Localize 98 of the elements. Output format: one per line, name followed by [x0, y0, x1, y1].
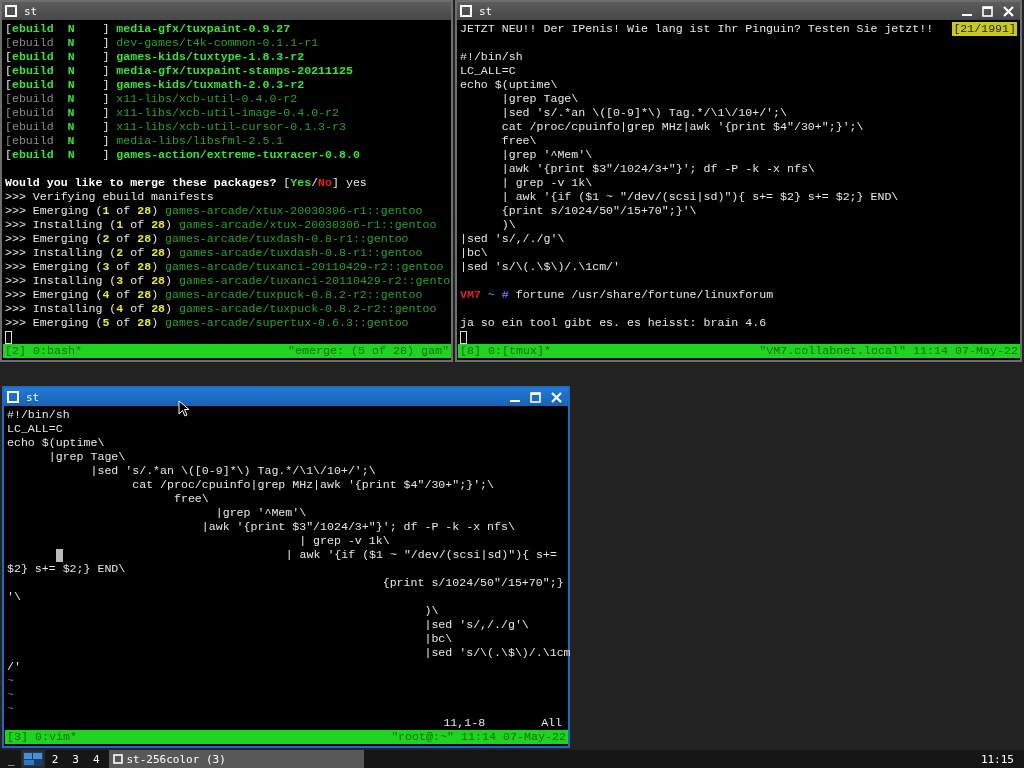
show-desktop-button[interactable]: _: [0, 750, 21, 768]
terminal-line: #!/bin/sh: [7, 408, 70, 422]
status-text: [8] 0:[tmux]*: [460, 344, 551, 358]
close-button[interactable]: [548, 389, 565, 405]
workspace-button[interactable]: 2: [44, 750, 66, 768]
terminal-line: |bc\: [460, 246, 488, 260]
terminal-line: /': [7, 660, 21, 674]
terminal-line: |sed 's/,/./g'\: [423, 618, 529, 632]
status-text: "emerge: (5 of 28) gam": [288, 344, 450, 358]
text-cursor: [56, 548, 63, 562]
terminal-line: |grep '^Mem'\: [214, 506, 307, 520]
terminal-line: [ebuild N ] x11-libs/xcb-util-cursor-0.1.3-r3: [5, 120, 346, 134]
terminal-line: [ebuild N ] media-gfx/tuxpaint-stamps-20211125: [5, 64, 353, 78]
terminal-line: [ebuild N ] games-action/extreme-tuxracer-0.8.0: [5, 148, 360, 162]
workspace-button[interactable]: 3: [65, 750, 86, 768]
terminal-line: |awk '{print $3"/1024/3+"}'; df -P -k -x nfs\: [200, 520, 515, 534]
taskbar-task[interactable]: st-256color (3): [108, 750, 364, 768]
maximize-button[interactable]: [527, 389, 544, 405]
message-counter: [21/1991]: [952, 22, 1017, 36]
terminal-line: [ebuild N ] media-libs/libsfml-2.5.1: [5, 134, 284, 148]
terminal-line: >>> Installing (2 of 28) games-arcade/tuxdash-0.8-r1::gentoo: [5, 246, 423, 260]
terminal-line: free\: [172, 492, 209, 506]
terminal-line: |sed 's/,/./g'\: [460, 232, 565, 246]
terminal-line: echo $(uptime\: [460, 78, 558, 92]
text-cursor: [460, 330, 467, 344]
window-icon: [7, 391, 19, 403]
maximize-icon: [530, 391, 541, 403]
terminal-line: >>> Installing (1 of 28) games-arcade/xtux-20030306-r1::gentoo: [5, 218, 437, 232]
terminal-line: |grep Tage\: [47, 450, 126, 464]
terminal-line: >>> Emerging (3 of 28) games-arcade/tuxanci-20110429-r2::gentoo: [5, 260, 444, 274]
terminal-line: VM7 ~ # fortune /usr/share/fortune/linuxforum: [460, 288, 774, 302]
terminal-line: LC_ALL=C: [460, 64, 516, 78]
terminal-line: $2} s+= $2;} END\: [7, 562, 126, 576]
terminal-line: |awk '{print $3"/1024/3+"}'; df -P -k -x nfs\: [500, 162, 815, 176]
minimize-icon: [962, 13, 972, 16]
window-icon: [112, 754, 123, 764]
terminal-line: cat /proc/cpuinfo|grep MHz|awk '{print $4"/30+";}';\: [131, 478, 495, 492]
terminal-line: ~: [7, 702, 14, 716]
terminal-line: [ebuild N ] games-kids/tuxmath-2.0.3-r2: [5, 78, 305, 92]
workspace-button[interactable]: [20, 750, 45, 768]
terminal-line: | grep -v 1k\: [298, 534, 390, 548]
status-text: [3] 0:vim*: [7, 730, 77, 744]
terminal-line: cat /proc/cpuinfo|grep MHz|awk '{print $4"/30+";}';\: [500, 120, 864, 134]
terminal-line: [ebuild N ] media-gfx/tuxpaint-0.9.27: [5, 22, 291, 36]
close-icon: [551, 391, 562, 403]
terminal-line: [ebuild N ] x11-libs/xcb-util-0.4.0-r2: [5, 92, 298, 106]
scroll-position: All: [541, 716, 562, 730]
maximize-icon: [982, 5, 993, 17]
terminal-line: >>> Installing (4 of 28) games-arcade/tuxpuck-0.8.2-r2::gentoo: [5, 302, 437, 316]
terminal-line: ~: [7, 688, 14, 702]
terminal-line: free\: [500, 134, 537, 148]
terminal-line: echo $(uptime\: [7, 436, 105, 450]
terminal-line: | awk '{if ($1 ~ "/dev/(scsi|sd)"){ s+=: [284, 548, 557, 562]
window-title: st: [26, 390, 40, 404]
window-title: st: [479, 4, 493, 18]
terminal-line: [ebuild N ] dev-games/t4k-common-0.1.1-r1: [5, 36, 319, 50]
minimize-icon: [510, 399, 520, 402]
status-text: [2] 0:bash*: [5, 344, 82, 358]
terminal-line: |grep Tage\: [500, 92, 579, 106]
window-icon: [460, 5, 472, 17]
terminal-line: JETZT NEU!! Der IPenis! Wie lang ist Ihr Pinguin? Testen Sie jetzt!!: [460, 22, 934, 36]
terminal-line: >>> Installing (3 of 28) games-arcade/tuxanci-20110429-r2::gento: [5, 274, 451, 288]
workspace-button[interactable]: 4: [85, 750, 107, 768]
terminal-line: {print s/1024/50"/15+70";}: [381, 576, 564, 590]
terminal-line: LC_ALL=C: [7, 422, 63, 436]
close-button[interactable]: [1000, 3, 1017, 19]
terminal-line: | grep -v 1k\: [500, 176, 593, 190]
terminal-line: >>> Emerging (5 of 28) games-arcade/supertux-0.6.3::gentoo: [5, 316, 409, 330]
terminal-line: Would you like to merge these packages? [Yes/No] yes: [5, 176, 367, 190]
clock: 11:15: [980, 752, 1015, 766]
terminal-line: |sed 's/.*an \([0-9]*\) Tag.*/\1\/10+/';\: [89, 464, 376, 478]
terminal-line: |sed 's/.*an \([0-9]*\) Tag.*/\1\/10+/';\: [500, 106, 787, 120]
terminal-line: |bc\: [423, 632, 453, 646]
text-cursor: [5, 330, 12, 344]
terminal-line: >>> Verifying ebuild manifests: [5, 190, 214, 204]
terminal-line: {print s/1024/50"/15+70";}'\: [500, 204, 697, 218]
terminal-line: #!/bin/sh: [460, 50, 523, 64]
window-title: st: [24, 4, 38, 18]
terminal-line: ja so ein tool gibt es. es heisst: brain 4.6: [460, 316, 767, 330]
maximize-button[interactable]: [979, 3, 996, 19]
terminal-line: [ebuild N ] x11-libs/xcb-util-image-0.4.0-r2: [5, 106, 339, 120]
close-icon: [1003, 5, 1014, 17]
status-text: "root@:~" 11:14 07-May-22: [391, 730, 567, 744]
terminal-line: |sed 's/\(.\$\)/.\1cm/': [460, 260, 621, 274]
terminal-line: )\: [500, 218, 516, 232]
terminal-line: | awk '{if ($1 ~ "/dev/(scsi|sd)"){ s+= $2} s+= $2;} END\: [500, 190, 899, 204]
terminal-line: )\: [423, 604, 439, 618]
terminal-line: >>> Emerging (1 of 28) games-arcade/xtux-20030306-r1::gentoo: [5, 204, 423, 218]
cursor-position: 11,1-8: [443, 716, 486, 730]
terminal-line: >>> Emerging (4 of 28) games-arcade/tuxpuck-0.8.2-r2::gentoo: [5, 288, 423, 302]
terminal-line: [ebuild N ] games-kids/tuxtype-1.8.3-r2: [5, 50, 305, 64]
terminal-line: >>> Emerging (2 of 28) games-arcade/tuxdash-0.8-r1::gentoo: [5, 232, 409, 246]
status-text: "VM7.collabnet.local" 11:14 07-May-22: [759, 344, 1019, 358]
window-icon: [5, 5, 17, 17]
terminal-line: |grep '^Mem'\: [500, 148, 593, 162]
workspace-pager-icon: [22, 752, 43, 766]
terminal-line: '\: [7, 590, 21, 604]
terminal-line: ~: [7, 674, 14, 688]
